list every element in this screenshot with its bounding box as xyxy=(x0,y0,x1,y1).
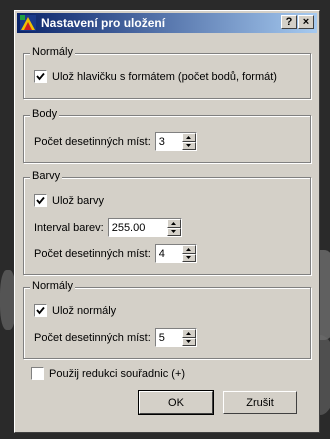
color-decimals-stepper[interactable] xyxy=(154,244,197,263)
save-normals-label: Ulož normály xyxy=(52,304,117,317)
close-button[interactable]: × xyxy=(298,15,314,29)
body-decimals-stepper[interactable] xyxy=(154,132,197,151)
arrow-up-icon xyxy=(186,135,192,139)
color-interval-label: Interval barev: xyxy=(34,221,104,234)
group-legend: Normály xyxy=(30,46,75,58)
arrow-up-icon xyxy=(186,331,192,335)
check-icon xyxy=(36,72,45,81)
group-normaly: Normály Ulož normály Počet desetinných m… xyxy=(23,280,311,359)
group-legend: Body xyxy=(30,108,60,120)
spin-up-button[interactable] xyxy=(181,133,196,142)
group-body: Body Počet desetinných míst: xyxy=(23,108,311,163)
color-interval-input[interactable] xyxy=(108,219,167,236)
color-interval-row: Interval barev: xyxy=(34,218,182,237)
body-decimals-input[interactable] xyxy=(155,133,182,150)
color-decimals-row: Počet desetinných míst: xyxy=(34,244,197,263)
coordinate-reduction-label: Použij redukci souřadnic (+) xyxy=(49,367,186,380)
save-colors-label: Ulož barvy xyxy=(52,194,104,207)
spin-up-button[interactable] xyxy=(181,329,196,338)
coordinate-reduction-option[interactable]: Použij redukci souřadnic (+) xyxy=(31,367,185,380)
save-header-option[interactable]: Ulož hlavičku s formátem (počet bodů, fo… xyxy=(34,70,277,83)
coordinate-reduction-checkbox[interactable] xyxy=(31,367,44,380)
spin-up-button[interactable] xyxy=(181,245,196,254)
save-colors-option[interactable]: Ulož barvy xyxy=(34,194,104,207)
spin-down-button[interactable] xyxy=(181,337,196,346)
arrow-down-icon xyxy=(186,144,192,148)
arrow-down-icon xyxy=(171,230,177,234)
body-decimals-label: Počet desetinných míst: xyxy=(34,135,151,148)
normals-decimals-row: Počet desetinných míst: xyxy=(34,328,197,347)
group-normaly-header: Normály Ulož hlavičku s formátem (počet … xyxy=(23,46,311,99)
color-interval-stepper[interactable] xyxy=(107,218,182,237)
save-settings-dialog: Nastavení pro uložení ? × Normály Ulož h… xyxy=(14,10,320,433)
spin-down-button[interactable] xyxy=(181,253,196,262)
normals-decimals-stepper[interactable] xyxy=(154,328,197,347)
save-header-label: Ulož hlavičku s formátem (počet bodů, fo… xyxy=(52,70,277,83)
color-decimals-input[interactable] xyxy=(155,245,182,262)
arrow-up-icon xyxy=(186,247,192,251)
arrow-down-icon xyxy=(186,340,192,344)
arrow-down-icon xyxy=(186,256,192,260)
dialog-title: Nastavení pro uložení xyxy=(41,16,166,30)
spin-down-button[interactable] xyxy=(166,227,181,236)
body-decimals-row: Počet desetinných míst: xyxy=(34,132,197,151)
check-icon xyxy=(36,196,45,205)
check-icon xyxy=(36,306,45,315)
normals-decimals-label: Počet desetinných míst: xyxy=(34,331,151,344)
group-barvy: Barvy Ulož barvy Interval barev: Počet d… xyxy=(23,170,311,275)
save-header-checkbox[interactable] xyxy=(34,70,47,83)
app-icon xyxy=(20,15,36,31)
title-bar[interactable]: Nastavení pro uložení ? × xyxy=(17,13,317,33)
group-legend: Barvy xyxy=(30,170,63,182)
save-normals-option[interactable]: Ulož normály xyxy=(34,304,116,317)
color-decimals-label: Počet desetinných míst: xyxy=(34,247,151,260)
save-normals-checkbox[interactable] xyxy=(34,304,47,317)
spin-up-button[interactable] xyxy=(166,219,181,228)
save-colors-checkbox[interactable] xyxy=(34,194,47,207)
normals-decimals-input[interactable] xyxy=(155,329,182,346)
ok-button[interactable]: OK xyxy=(138,390,214,415)
arrow-up-icon xyxy=(171,221,177,225)
spin-down-button[interactable] xyxy=(181,141,196,150)
help-button[interactable]: ? xyxy=(281,15,297,29)
cancel-button[interactable]: Zrušit xyxy=(223,391,297,414)
group-legend: Normály xyxy=(30,280,75,292)
